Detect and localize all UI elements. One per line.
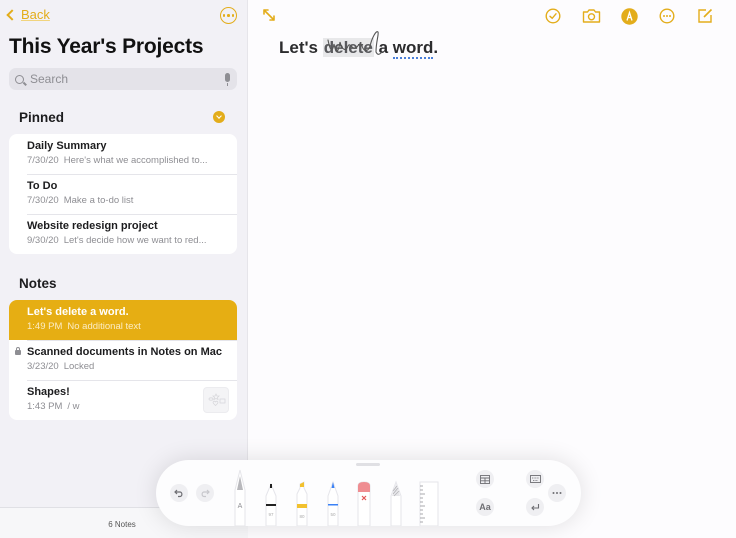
note-text: Let's	[279, 38, 323, 57]
lasso-tool[interactable]	[388, 480, 404, 526]
keyboard-button[interactable]	[526, 470, 544, 488]
note-date: 1:43 PM	[27, 401, 63, 412]
search-field[interactable]	[9, 68, 237, 90]
note-title: Website redesign project	[27, 220, 158, 232]
keyboard-icon	[529, 475, 541, 483]
marker-size: 97	[268, 512, 274, 517]
dot-icon	[227, 14, 230, 17]
dot-icon	[231, 14, 235, 17]
camera-icon	[582, 9, 600, 23]
sidebar: Back This Year's Projects Pinned Daily S…	[0, 0, 248, 538]
note-date: 3/23/20	[27, 361, 59, 372]
redo-icon	[201, 489, 210, 498]
note-title: Daily Summary	[27, 140, 107, 152]
note-body[interactable]: Let's delete a word.	[279, 38, 439, 59]
redo-button[interactable]	[196, 484, 214, 502]
toolbar-more-button[interactable]	[548, 484, 566, 502]
note-title: Let's delete a word.	[27, 306, 129, 318]
notes-list: Let's delete a word. 1:49 PM No additiona…	[9, 300, 237, 420]
markup-icon	[620, 7, 638, 25]
note-subtitle: 1:49 PM No additional text	[27, 321, 227, 332]
highlighter-tool[interactable]: 80	[294, 480, 310, 526]
folder-title: This Year's Projects	[9, 35, 204, 58]
toolbar-grabber[interactable]	[356, 463, 380, 466]
list-item[interactable]: To Do 7/30/20 Make a to-do list	[9, 174, 237, 214]
note-preview: / w	[67, 401, 80, 412]
list-item-selected[interactable]: Let's delete a word. 1:49 PM No additiona…	[9, 300, 237, 340]
note-subtitle: 3/23/20 Locked	[27, 361, 227, 372]
list-item[interactable]: Website redesign project 9/30/20 Let's de…	[9, 214, 237, 254]
undo-button[interactable]	[170, 484, 188, 502]
compose-button[interactable]	[686, 6, 724, 26]
pen-label: A	[238, 503, 243, 510]
misspelled-word[interactable]: word	[392, 38, 434, 59]
pinned-header: Pinned	[19, 110, 65, 125]
checklist-icon	[545, 8, 561, 24]
note-subtitle: 1:43 PM / w	[27, 401, 227, 412]
note-thumbnail	[203, 387, 229, 413]
table-icon	[480, 474, 490, 484]
search-icon	[15, 74, 24, 84]
camera-button[interactable]	[572, 6, 610, 26]
note-subtitle: 9/30/20 Let's decide how we want to red..…	[27, 235, 227, 246]
notes-header: Notes	[19, 276, 57, 291]
expand-icon[interactable]	[262, 8, 276, 22]
more-button[interactable]	[648, 6, 686, 26]
list-item[interactable]: Daily Summary 7/30/20 Here's what we acco…	[9, 134, 237, 174]
note-subtitle: 7/30/20 Here's what we accomplished to...	[27, 155, 227, 166]
eraser-tool[interactable]	[356, 480, 372, 526]
shapes-thumbnail-icon	[208, 393, 226, 407]
note-date: 7/30/20	[27, 155, 59, 166]
note-preview: Make a to-do list	[63, 195, 134, 206]
text-style-label: Aa	[479, 502, 491, 512]
pen-tool[interactable]: A	[231, 468, 249, 526]
pencil-size: 50	[330, 512, 336, 517]
folder-more-button[interactable]	[220, 7, 237, 24]
note-text: .	[433, 38, 439, 57]
pencil-tool[interactable]: 50	[325, 480, 341, 526]
note-preview: Let's decide how we want to red...	[63, 235, 207, 246]
note-date: 7/30/20	[27, 195, 59, 206]
list-item[interactable]: Shapes! 1:43 PM / w	[9, 380, 237, 420]
note-preview: Locked	[63, 361, 95, 372]
chevron-left-icon	[6, 9, 18, 21]
note-preview: Here's what we accomplished to...	[63, 155, 208, 166]
pinned-list: Daily Summary 7/30/20 Here's what we acco…	[9, 134, 237, 254]
note-preview: No additional text	[67, 321, 141, 332]
microphone-icon[interactable]	[225, 73, 230, 86]
back-label: Back	[21, 7, 50, 22]
note-title: Scanned documents in Notes on Mac	[27, 346, 222, 358]
undo-icon	[174, 489, 183, 498]
scribbled-word: delete	[322, 38, 374, 57]
compose-icon	[698, 8, 713, 23]
note-date: 9/30/20	[27, 235, 59, 246]
note-date: 1:49 PM	[27, 321, 63, 332]
text-style-button[interactable]: Aa	[476, 498, 494, 516]
return-button[interactable]	[526, 498, 544, 516]
more-horizontal-icon	[552, 492, 562, 494]
checklist-button[interactable]	[534, 6, 572, 26]
table-button[interactable]	[476, 470, 494, 488]
marker-tool[interactable]: 97	[263, 480, 279, 526]
editor-toolbar	[534, 6, 724, 26]
dot-icon	[222, 14, 226, 17]
list-item[interactable]: Scanned documents in Notes on Mac 3/23/2…	[9, 340, 237, 380]
note-subtitle: 7/30/20 Make a to-do list	[27, 195, 227, 206]
note-text: a	[373, 38, 393, 57]
more-icon	[659, 8, 675, 24]
notes-app: Back This Year's Projects Pinned Daily S…	[0, 0, 736, 538]
note-title: To Do	[27, 180, 58, 192]
search-input[interactable]	[30, 72, 210, 86]
collapse-pinned-icon[interactable]	[213, 111, 225, 123]
drawing-toolbar: A 97 80 50 Aa	[156, 460, 581, 526]
ruler-tool[interactable]	[419, 480, 439, 526]
lock-icon	[15, 347, 21, 355]
markup-button[interactable]	[610, 6, 648, 26]
highlighter-size: 80	[299, 514, 305, 519]
return-icon	[531, 503, 540, 510]
back-button[interactable]: Back	[6, 7, 50, 22]
